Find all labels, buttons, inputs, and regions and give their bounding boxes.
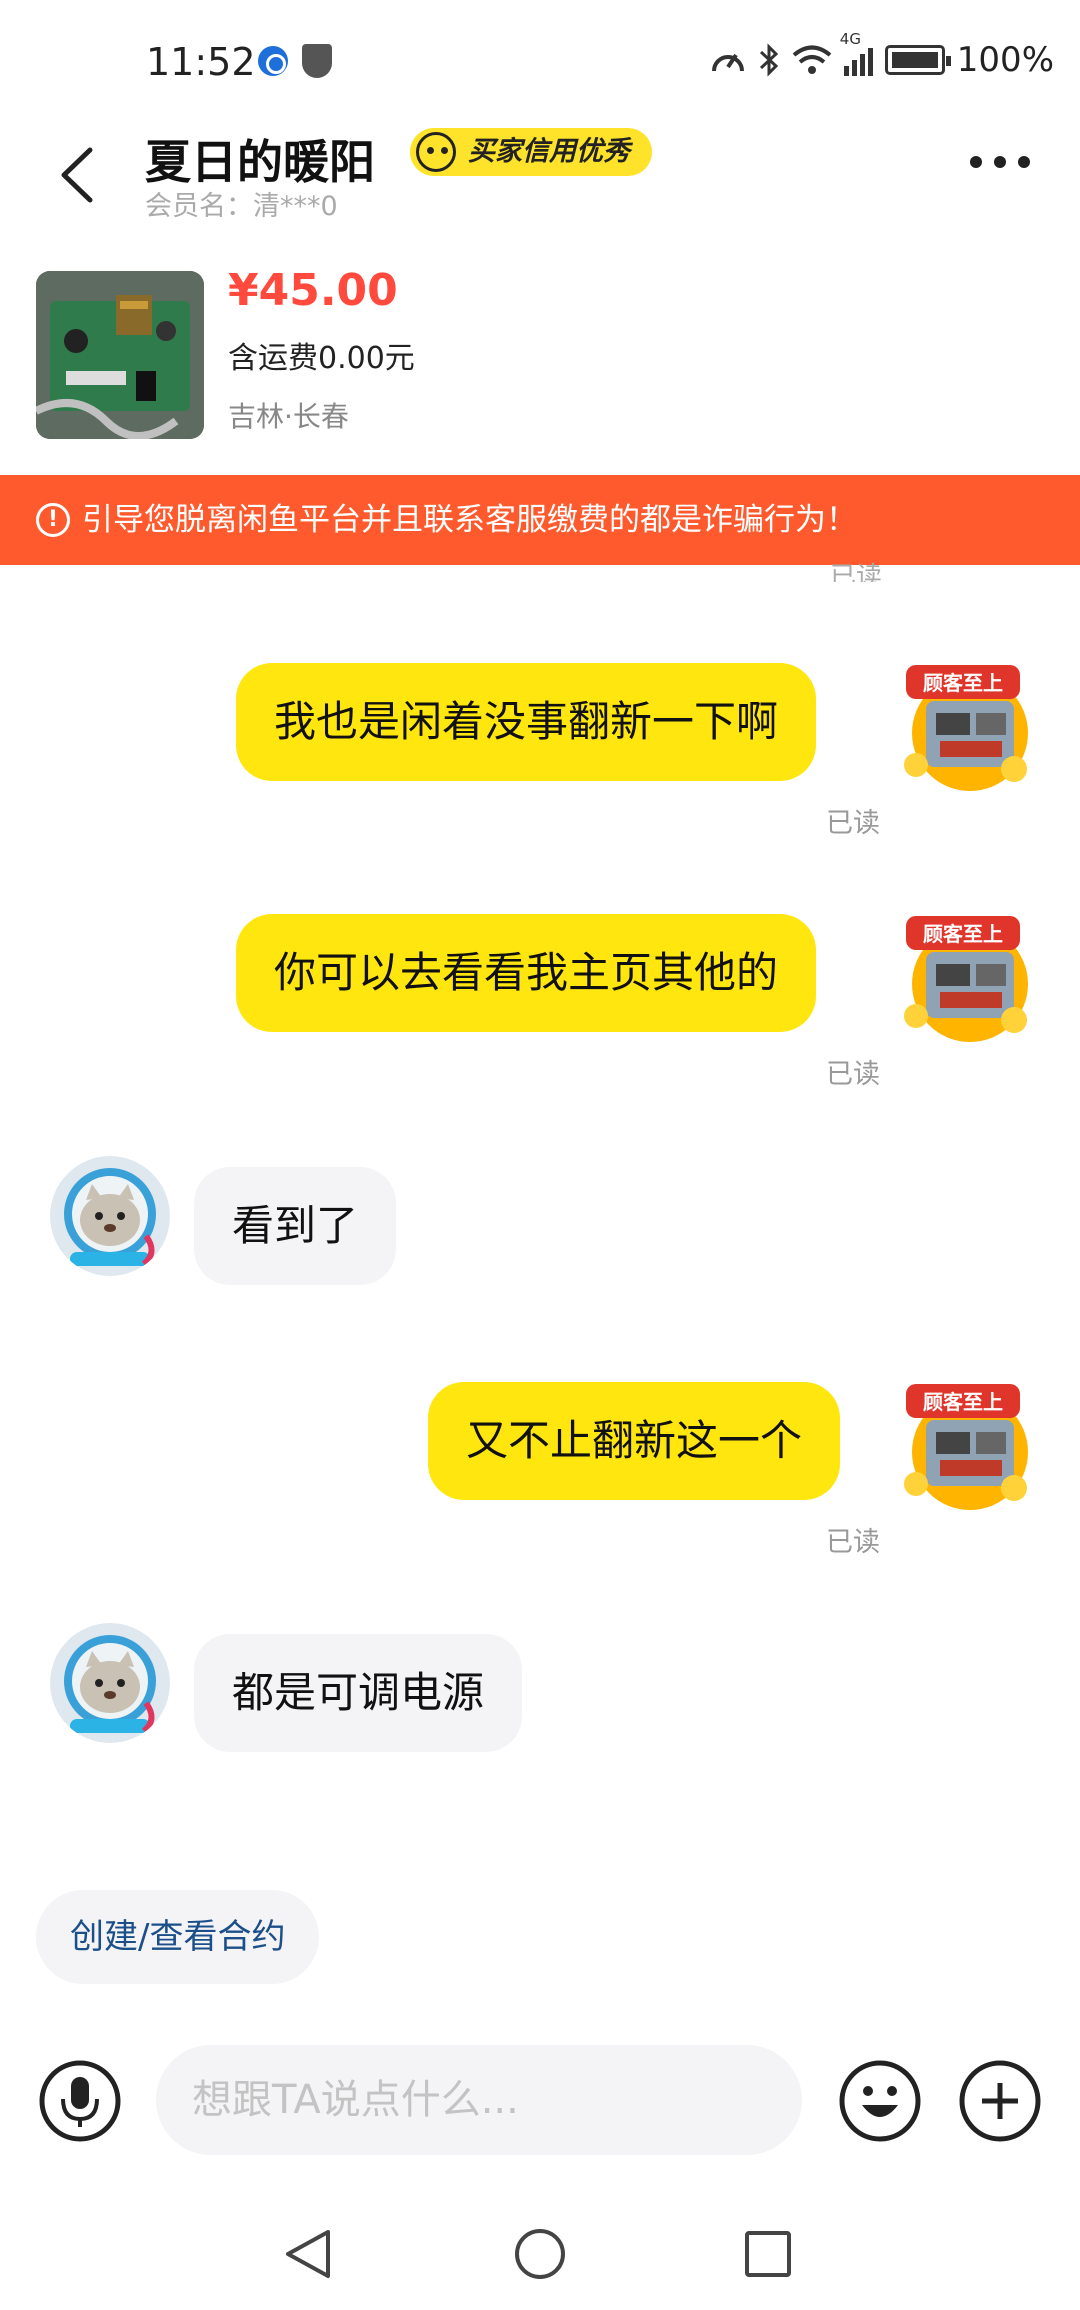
avatar-badge-text: 顾客至上 bbox=[923, 1390, 1003, 1414]
chevron-left-icon[interactable] bbox=[54, 142, 100, 208]
message-input[interactable] bbox=[156, 2045, 802, 2155]
my-message[interactable]: 你可以去看看我主页其他的 bbox=[236, 914, 817, 1032]
status-icons: 4G 100% bbox=[710, 30, 1054, 80]
avatar-badge-text: 顾客至上 bbox=[923, 922, 1003, 946]
product-location: 吉林·长春 bbox=[228, 400, 349, 433]
product-card[interactable]: ¥45.00 含运费0.00元 吉林·长春 bbox=[0, 265, 1080, 445]
smiley-icon bbox=[416, 132, 456, 172]
warning-text: 引导您脱离闲鱼平台并且联系客服缴费的都是诈骗行为！ bbox=[82, 502, 857, 538]
nav-recents-icon[interactable] bbox=[742, 2228, 794, 2280]
product-thumbnail[interactable] bbox=[36, 271, 204, 439]
their-message[interactable]: 都是可调电源 bbox=[194, 1634, 523, 1752]
plus-icon[interactable] bbox=[958, 2059, 1042, 2143]
bluetooth-icon bbox=[759, 43, 778, 77]
battery-percent: 100% bbox=[956, 40, 1054, 80]
their-avatar[interactable] bbox=[50, 1623, 170, 1743]
product-shipping: 含运费0.00元 bbox=[228, 341, 415, 376]
my-message[interactable]: 又不止翻新这一个 bbox=[428, 1382, 841, 1500]
network-type: 4G bbox=[839, 30, 861, 48]
status-time: 11:52 bbox=[146, 40, 256, 84]
app-notification-icon bbox=[258, 46, 288, 76]
their-avatar[interactable] bbox=[50, 1156, 170, 1276]
contract-button[interactable]: 创建/查看合约 bbox=[36, 1890, 320, 1984]
read-status: 已读 bbox=[826, 1059, 880, 1090]
read-status: 已读 bbox=[826, 1527, 880, 1558]
credit-badge: 买家信用优秀 bbox=[410, 128, 652, 176]
nav-home-icon[interactable] bbox=[512, 2226, 568, 2282]
alert-circle-icon: ! bbox=[36, 503, 70, 537]
chat-header: 夏日的暖阳 买家信用优秀 会员名：清***0 bbox=[0, 120, 1080, 230]
credit-badge-label: 买家信用优秀 bbox=[468, 136, 630, 167]
emoji-icon[interactable] bbox=[838, 2059, 922, 2143]
read-status: 已读 bbox=[826, 808, 880, 839]
my-avatar[interactable]: 顾客至上 bbox=[898, 1376, 1036, 1514]
member-name: 会员名：清***0 bbox=[145, 191, 338, 222]
wifi-icon bbox=[792, 45, 832, 74]
system-nav-bar bbox=[0, 2200, 1080, 2310]
avatar-badge-text: 顾客至上 bbox=[923, 671, 1003, 695]
their-message[interactable]: 看到了 bbox=[194, 1167, 397, 1285]
shield-icon bbox=[302, 44, 332, 78]
my-avatar[interactable]: 顾客至上 bbox=[898, 657, 1036, 795]
more-dots-icon[interactable] bbox=[970, 156, 1030, 170]
my-avatar[interactable]: 顾客至上 bbox=[898, 908, 1036, 1046]
nav-back-icon[interactable] bbox=[282, 2226, 334, 2282]
chat-title: 夏日的暖阳 bbox=[145, 135, 375, 189]
microphone-icon[interactable] bbox=[38, 2059, 122, 2143]
my-message[interactable]: 我也是闲着没事翻新一下啊 bbox=[236, 663, 817, 781]
composer bbox=[0, 2045, 1080, 2155]
read-status: 已读 bbox=[829, 562, 882, 582]
battery-icon bbox=[884, 45, 951, 75]
signal-icon bbox=[843, 44, 873, 76]
status-bar: 11:52 4G 100% bbox=[0, 0, 1080, 120]
fraud-warning-banner: ! 引导您脱离闲鱼平台并且联系客服缴费的都是诈骗行为！ bbox=[0, 475, 1080, 565]
product-price: ¥45.00 bbox=[228, 265, 398, 316]
speedometer-icon bbox=[711, 53, 744, 72]
